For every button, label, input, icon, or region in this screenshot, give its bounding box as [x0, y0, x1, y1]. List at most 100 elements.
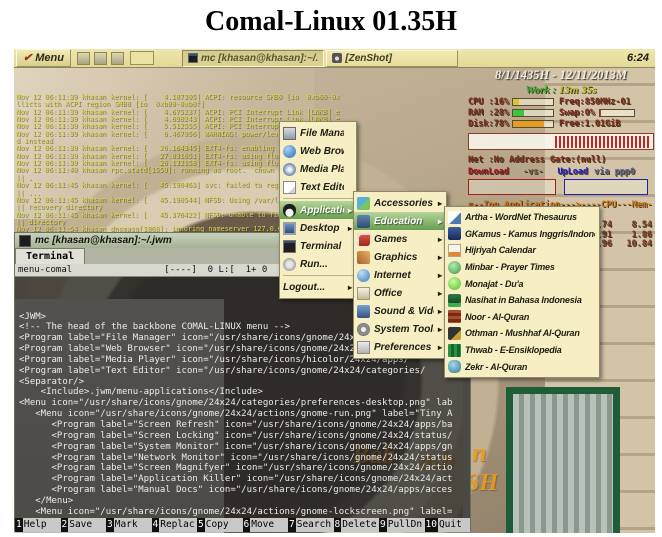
- menu-button-label: Menu: [35, 52, 64, 64]
- menu-separator: [283, 275, 353, 276]
- menu-item[interactable]: Noor - Al-Quran: [445, 309, 599, 326]
- menu-item[interactable]: File Manager ▸: [280, 124, 356, 142]
- upload-label: UpLoad: [557, 167, 589, 177]
- submenu-arrow-icon: ▸: [437, 306, 442, 316]
- menu-item-logout[interactable]: Logout... ▸: [280, 278, 356, 296]
- nasihat-icon: [448, 293, 461, 307]
- graphics-icon: [357, 250, 370, 264]
- menu-item[interactable]: Othman - Mushhaf Al-Quran: [445, 325, 599, 342]
- function-key-button[interactable]: 1 Help: [15, 518, 61, 532]
- othman-icon: [448, 326, 461, 340]
- conky-cpu-row: CPU :16% Freq:850MHz-01: [468, 97, 654, 107]
- wallpaper-watermark-text: n: [472, 438, 487, 467]
- menu-item[interactable]: Preferences ▸: [354, 338, 446, 356]
- function-key-button[interactable]: 7 Search: [288, 518, 334, 532]
- menu-item[interactable]: Applications ▸: [280, 201, 356, 219]
- submenu-arrow-icon: ▸: [437, 216, 442, 226]
- menu-item[interactable]: Desktop ▸: [280, 219, 356, 237]
- web-browser-icon: [283, 144, 296, 158]
- system-tools-icon: [357, 322, 370, 336]
- conky-free-label: Free:1.01GiB: [559, 119, 621, 129]
- via-ppp0-label: via ppp0: [594, 167, 636, 177]
- menu-item[interactable]: Web Browser ▸: [280, 142, 356, 160]
- mc-code-line: <Program label="Screen Refresh" icon="/u…: [19, 419, 453, 430]
- menu-item[interactable]: Education ▸: [354, 212, 446, 230]
- conky-ram-row: RAM :28% Swap:0%: [468, 108, 654, 118]
- desktop-icon: [283, 221, 296, 235]
- function-key-button[interactable]: 10 Quit: [424, 518, 470, 532]
- minbar-icon: [448, 260, 461, 274]
- task-button[interactable]: [ZenShot]: [326, 49, 459, 67]
- camera-icon: [332, 53, 343, 63]
- internet-icon: [357, 268, 370, 282]
- menu-item[interactable]: Nasihat in Bahasa Indonesia: [445, 292, 599, 309]
- tray-app-icon[interactable]: [93, 51, 107, 65]
- menu-separator: [283, 198, 353, 199]
- task-button[interactable]: mc [khasan@khasan]:~/.: [181, 49, 325, 67]
- menu-item[interactable]: GKamus - Kamus Inggris/Indonesia: [445, 226, 599, 243]
- mc-code-line: <Menu icon="/usr/share/icons/gnome/24x24…: [19, 506, 453, 517]
- mc-code-line: <Program label="Network Monitor" icon="/…: [19, 452, 453, 463]
- sound-video-icon: [357, 304, 370, 318]
- run-icon: [283, 257, 296, 271]
- tray-app-icon[interactable]: [110, 51, 124, 65]
- conky-uptime: Work : 13m 35s: [468, 84, 654, 96]
- menu-item[interactable]: Minbar - Prayer Times: [445, 259, 599, 276]
- menu-item[interactable]: Internet ▸: [354, 266, 446, 284]
- mc-code-line: <Program label="Text Editor" icon="/usr/…: [19, 365, 426, 376]
- menu-item[interactable]: Zekr - Al-Quran: [445, 358, 599, 375]
- tray-app-icon[interactable]: [76, 51, 90, 65]
- submenu-arrow-icon: ▸: [347, 282, 352, 292]
- menu-item[interactable]: Artha - WordNet Thesaurus: [445, 209, 599, 226]
- dmesg-line: Nov 12 06:11:39 khasan kernel: [ 6.46795…: [16, 129, 336, 138]
- swap-bar: [598, 109, 635, 117]
- function-key-button[interactable]: 6 Move: [242, 518, 288, 532]
- mc-code-line: <Program label="System Monitor" icon="/u…: [19, 441, 453, 452]
- screenshot-page: Comal-Linux 01.35H Bab ash n SH Nov 12 0…: [0, 0, 662, 537]
- menu-button[interactable]: ✔ Menu: [16, 49, 71, 67]
- terminal-icon: [187, 53, 198, 63]
- menu-item[interactable]: Sound & Video ▸: [354, 302, 446, 320]
- wallpaper-green-door: [506, 387, 620, 533]
- artha-icon: [448, 210, 461, 224]
- menu-item[interactable]: Run... ▸: [280, 255, 356, 273]
- vs-label: -vs-: [522, 167, 544, 177]
- mc-code-line: <Program label="Application Killer" icon…: [19, 474, 453, 485]
- gkamus-icon: [448, 227, 461, 241]
- function-key-button[interactable]: 5 Copy: [197, 518, 243, 532]
- menu-item[interactable]: Terminal ▸: [280, 237, 356, 255]
- education-icon: [357, 214, 370, 228]
- conky-date: 8/1/1435H - 12/11/2013M: [495, 68, 627, 82]
- applications-submenu: Accessories ▸ Education ▸ Games ▸ Graphi…: [353, 191, 447, 359]
- function-key-button[interactable]: 3 Mark: [106, 518, 152, 532]
- noor-icon: [448, 310, 461, 324]
- menu-item[interactable]: Thwab - E-Ensiklopedia: [445, 342, 599, 359]
- conky-swap-label: Swap:0%: [559, 108, 595, 118]
- tab-terminal[interactable]: Terminal: [15, 248, 86, 264]
- menu-item[interactable]: Office ▸: [354, 284, 446, 302]
- mc-code-line: <Include>.jwm/menu-applications</Include…: [19, 387, 263, 398]
- desktop-pager[interactable]: [129, 51, 154, 65]
- conky-updown-line: DownLoad -vs- UpLoad via ppp0: [468, 167, 654, 177]
- conky-disk-row: Disk:78% Free:1.01GiB: [468, 119, 654, 129]
- menu-item[interactable]: Games ▸: [354, 230, 446, 248]
- menu-item[interactable]: Graphics ▸: [354, 248, 446, 266]
- terminal-icon: [19, 234, 31, 247]
- function-key-button[interactable]: 9 PullDn: [379, 518, 425, 532]
- menu-item[interactable]: Media Player ▸: [280, 160, 356, 178]
- text-editor-icon: [283, 180, 296, 194]
- function-key-button[interactable]: 4 Replac: [151, 518, 197, 532]
- submenu-arrow-icon: ▸: [437, 324, 442, 334]
- menu-item[interactable]: Accessories ▸: [354, 194, 446, 212]
- menu-item[interactable]: Hijriyah Calendar: [445, 242, 599, 259]
- applications-icon: [283, 203, 296, 217]
- menu-item[interactable]: Text Editor ▸: [280, 178, 356, 196]
- function-key-button[interactable]: 8 Delete: [333, 518, 379, 532]
- monajat-icon: [448, 277, 461, 291]
- download-label: DownLoad: [468, 167, 509, 177]
- function-key-button[interactable]: 2 Save: [60, 518, 106, 532]
- menu-item[interactable]: Monajat - Du'a: [445, 275, 599, 292]
- menu-item[interactable]: System Tools ▸: [354, 320, 446, 338]
- conky-cpu-label: CPU :16%: [468, 97, 509, 107]
- media-player-icon: [283, 162, 296, 176]
